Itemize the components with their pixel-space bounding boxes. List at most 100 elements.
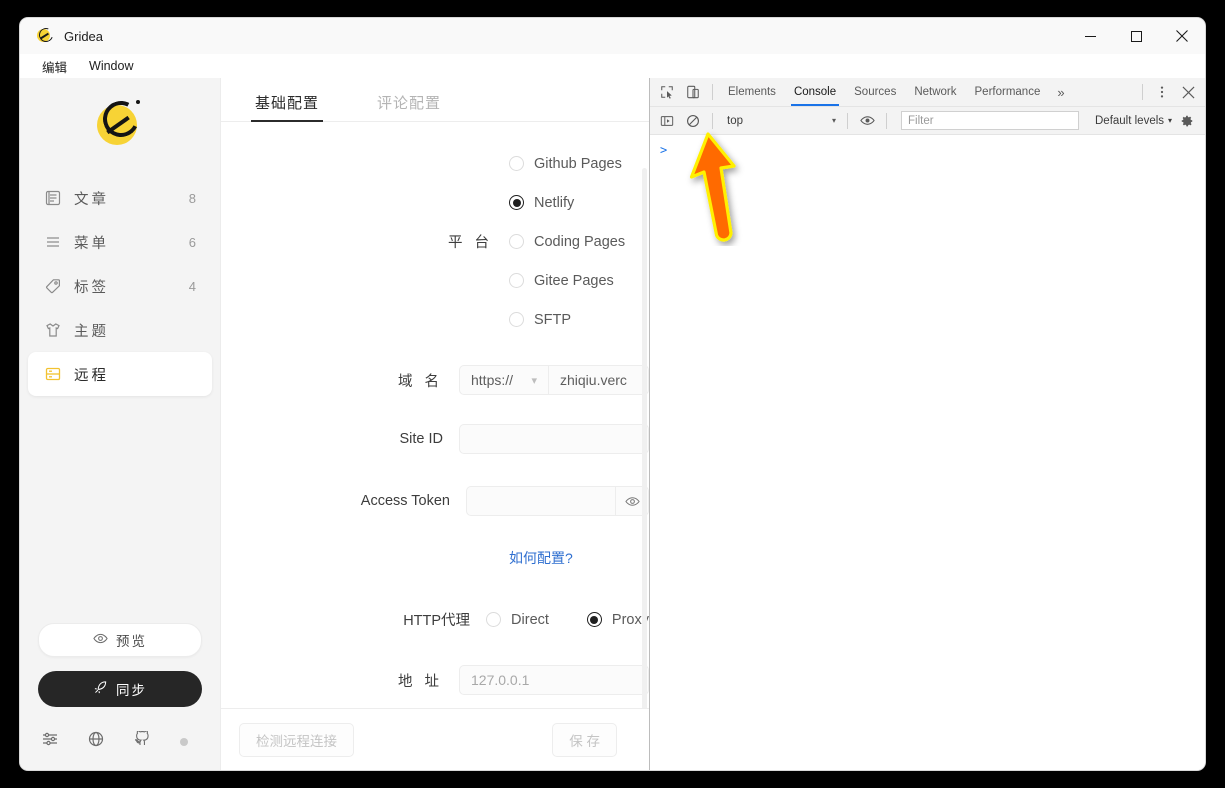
clear-console-icon[interactable] <box>680 109 706 133</box>
preview-button[interactable]: 预览 <box>38 623 202 657</box>
address-row: 地 址 127.0.0.1 <box>221 665 649 695</box>
theme-icon <box>44 321 62 339</box>
menu-icon <box>44 233 62 251</box>
proxy-option-proxy[interactable]: Proxy <box>586 600 649 639</box>
sidebar-item-label: 远程 <box>74 367 109 384</box>
remote-icon <box>44 365 62 383</box>
platform-option-sftp[interactable]: SFTP <box>509 300 571 339</box>
gridea-logo-large-icon <box>95 96 145 149</box>
platform-option-label: Coding Pages <box>534 233 626 250</box>
more-tabs-icon[interactable]: » <box>1049 85 1072 100</box>
radio-icon-selected <box>586 612 602 627</box>
close-button[interactable] <box>1159 18 1205 54</box>
menu-item-window[interactable]: Window <box>89 59 133 73</box>
console-prompt: > <box>660 143 668 157</box>
globe-icon[interactable] <box>88 731 104 752</box>
console-output[interactable]: > <box>650 135 1205 770</box>
content-tabs: 基础配置 评论配置 <box>221 78 649 122</box>
platform-option-gitee-pages[interactable]: Gitee Pages <box>509 261 614 300</box>
sidebar-nav: 文章 8 菜单 6 标签 4 主题 远程 <box>20 170 220 396</box>
test-remote-connection-button[interactable]: 检测远程连接 <box>239 722 354 757</box>
inspect-element-icon[interactable] <box>654 80 680 104</box>
content-scrollbar[interactable] <box>642 168 647 708</box>
menu-item-edit[interactable]: 编辑 <box>42 57 67 76</box>
address-label: 地 址 <box>397 673 443 690</box>
proxy-option-direct[interactable]: Direct <box>486 600 549 639</box>
sync-button-label: 同步 <box>116 683 147 698</box>
platform-option-label: Github Pages <box>534 155 622 172</box>
site-id-input[interactable] <box>459 424 649 454</box>
chevron-down-icon: ▾ <box>831 116 836 125</box>
rocket-icon <box>93 680 108 698</box>
sidebar-item-tags[interactable]: 标签 4 <box>28 264 212 308</box>
radio-icon <box>509 273 524 288</box>
sidebar-item-label: 文章 <box>74 191 109 208</box>
app-window: Gridea 编辑 Window 文章 8 菜单 6 标签 4 主题 远程 预览… <box>20 18 1205 770</box>
devtools-panel: Elements Console Sources Network Perform… <box>649 78 1205 770</box>
preview-button-label: 预览 <box>116 634 147 649</box>
sidebar-item-theme[interactable]: 主题 <box>28 308 212 352</box>
domain-scheme-select[interactable]: https:// ▾ <box>459 365 549 395</box>
menu-bar: 编辑 Window <box>20 54 1205 78</box>
maximize-button[interactable] <box>1113 18 1159 54</box>
sidebar-item-posts[interactable]: 文章 8 <box>28 176 212 220</box>
log-levels-select[interactable]: Default levels ▾ <box>1095 115 1172 127</box>
sidebar-item-menu[interactable]: 菜单 6 <box>28 220 212 264</box>
radio-icon <box>509 312 524 327</box>
device-toolbar-icon[interactable] <box>680 80 706 104</box>
kebab-menu-icon[interactable] <box>1149 80 1175 104</box>
github-icon[interactable] <box>134 730 150 752</box>
sidebar-item-count: 8 <box>188 190 196 206</box>
domain-row: 域 名 https:// ▾ zhiqiu.verc <box>221 365 649 395</box>
sync-button[interactable]: 同步 <box>38 671 202 707</box>
access-token-input[interactable] <box>466 486 616 516</box>
platform-option-coding-pages[interactable]: Coding Pages <box>509 222 625 261</box>
content-footer: 检测远程连接 保 存 <box>221 708 649 770</box>
tab-sources[interactable]: Sources <box>845 78 905 106</box>
platform-option-netlify[interactable]: Netlify <box>509 183 574 222</box>
address-input[interactable]: 127.0.0.1 <box>459 665 649 695</box>
platform-label: 平 台 <box>447 235 493 251</box>
tab-basic-config[interactable]: 基础配置 <box>251 92 324 122</box>
proxy-option-label: Direct <box>511 611 549 628</box>
platform-option-label: Gitee Pages <box>534 272 614 289</box>
settings-sliders-icon[interactable] <box>42 731 58 752</box>
main-body: 文章 8 菜单 6 标签 4 主题 远程 预览 同步 基础配置 评论配置 平 台… <box>20 78 1205 770</box>
sidebar-item-label: 标签 <box>74 279 109 296</box>
platform-option-github-pages[interactable]: Github Pages <box>509 144 622 183</box>
platform-option-label: Netlify <box>534 194 575 211</box>
console-toolbar: top ▾ Filter Default levels ▾ <box>650 107 1205 135</box>
radio-icon-selected <box>509 195 524 210</box>
settings-form: 平 台 Github Pages Netlify Coding Pages Gi… <box>221 122 649 708</box>
sidebar-item-count: 4 <box>188 278 196 294</box>
tab-comment-config[interactable]: 评论配置 <box>373 92 445 121</box>
execution-context-select[interactable]: top ▾ <box>719 111 841 130</box>
article-icon <box>44 189 62 207</box>
save-button[interactable]: 保 存 <box>552 722 617 757</box>
sidebar-logo <box>20 78 220 170</box>
radio-icon <box>486 612 502 627</box>
window-title: Gridea <box>64 28 104 44</box>
window-controls <box>1067 18 1205 54</box>
devtools-close-icon[interactable] <box>1175 80 1201 104</box>
console-sidebar-icon[interactable] <box>654 109 680 133</box>
domain-label: 域 名 <box>397 373 443 390</box>
sidebar-item-remote[interactable]: 远程 <box>28 352 212 396</box>
live-expression-icon[interactable] <box>854 109 880 133</box>
title-bar: Gridea <box>20 18 1205 54</box>
how-to-configure-link[interactable]: 如何配置? <box>509 548 573 568</box>
tab-network[interactable]: Network <box>905 78 965 106</box>
eye-icon <box>93 631 108 649</box>
log-levels-value: Default levels <box>1095 114 1165 127</box>
console-filter-input[interactable]: Filter <box>901 111 1079 130</box>
tab-performance[interactable]: Performance <box>966 78 1050 106</box>
site-id-label: Site ID <box>399 431 443 447</box>
tab-elements[interactable]: Elements <box>719 78 785 106</box>
execution-context-value: top <box>727 114 743 127</box>
domain-input[interactable]: zhiqiu.verc <box>549 365 649 395</box>
platform-option-label: SFTP <box>534 311 572 328</box>
tab-console[interactable]: Console <box>785 78 845 106</box>
settings-gear-icon[interactable] <box>1173 114 1201 128</box>
minimize-button[interactable] <box>1067 18 1113 54</box>
content-pane: 基础配置 评论配置 平 台 Github Pages Netlify Codin… <box>220 78 649 770</box>
